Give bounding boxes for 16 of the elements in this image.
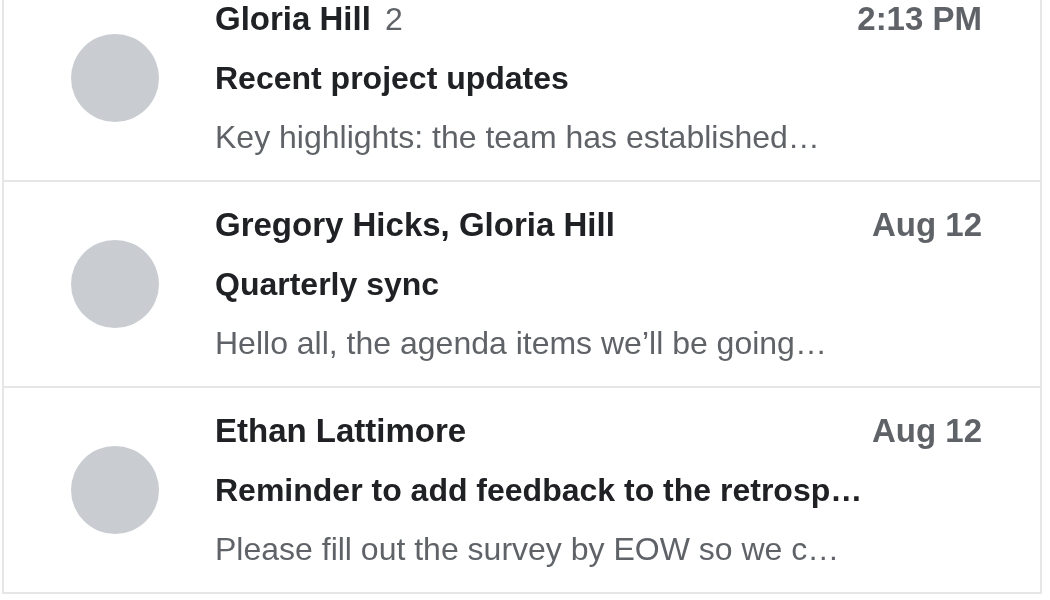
email-subject: Recent project updates xyxy=(215,60,570,97)
email-time: Aug 12 xyxy=(871,412,982,450)
sender-name: Gloria Hill xyxy=(215,0,371,38)
sender-name: Ethan Lattimore xyxy=(215,412,467,450)
email-preview: Key highlights: the team has established… xyxy=(215,119,821,156)
email-row[interactable]: Gregory Hicks, Gloria Hill Aug 12 Quarterly sync Hello all, the agenda items we’ll be going… xyxy=(4,182,1040,388)
email-preview: Hello all, the agenda items we’ll be going… xyxy=(215,325,828,362)
email-subject: Quarterly sync xyxy=(215,266,441,303)
email-time: 2:13 PM xyxy=(857,0,982,38)
email-preview: Please fill out the survey by EOW so we c… xyxy=(215,531,841,568)
email-time: Aug 12 xyxy=(871,206,982,244)
email-row[interactable]: Gloria Hill 2 2:13 PM Recent project updates Key highlights: the team has established… xyxy=(4,0,1040,182)
email-subject: Reminder to add feedback to the retrosp… xyxy=(215,472,864,509)
message-count: 2 xyxy=(384,1,403,38)
sender-name: Gregory Hicks, Gloria Hill xyxy=(215,206,615,244)
email-row[interactable]: Ethan Lattimore Aug 12 Reminder to add feedback to the retrosp… Please fill out the survey by EOW so we c… xyxy=(4,388,1040,594)
